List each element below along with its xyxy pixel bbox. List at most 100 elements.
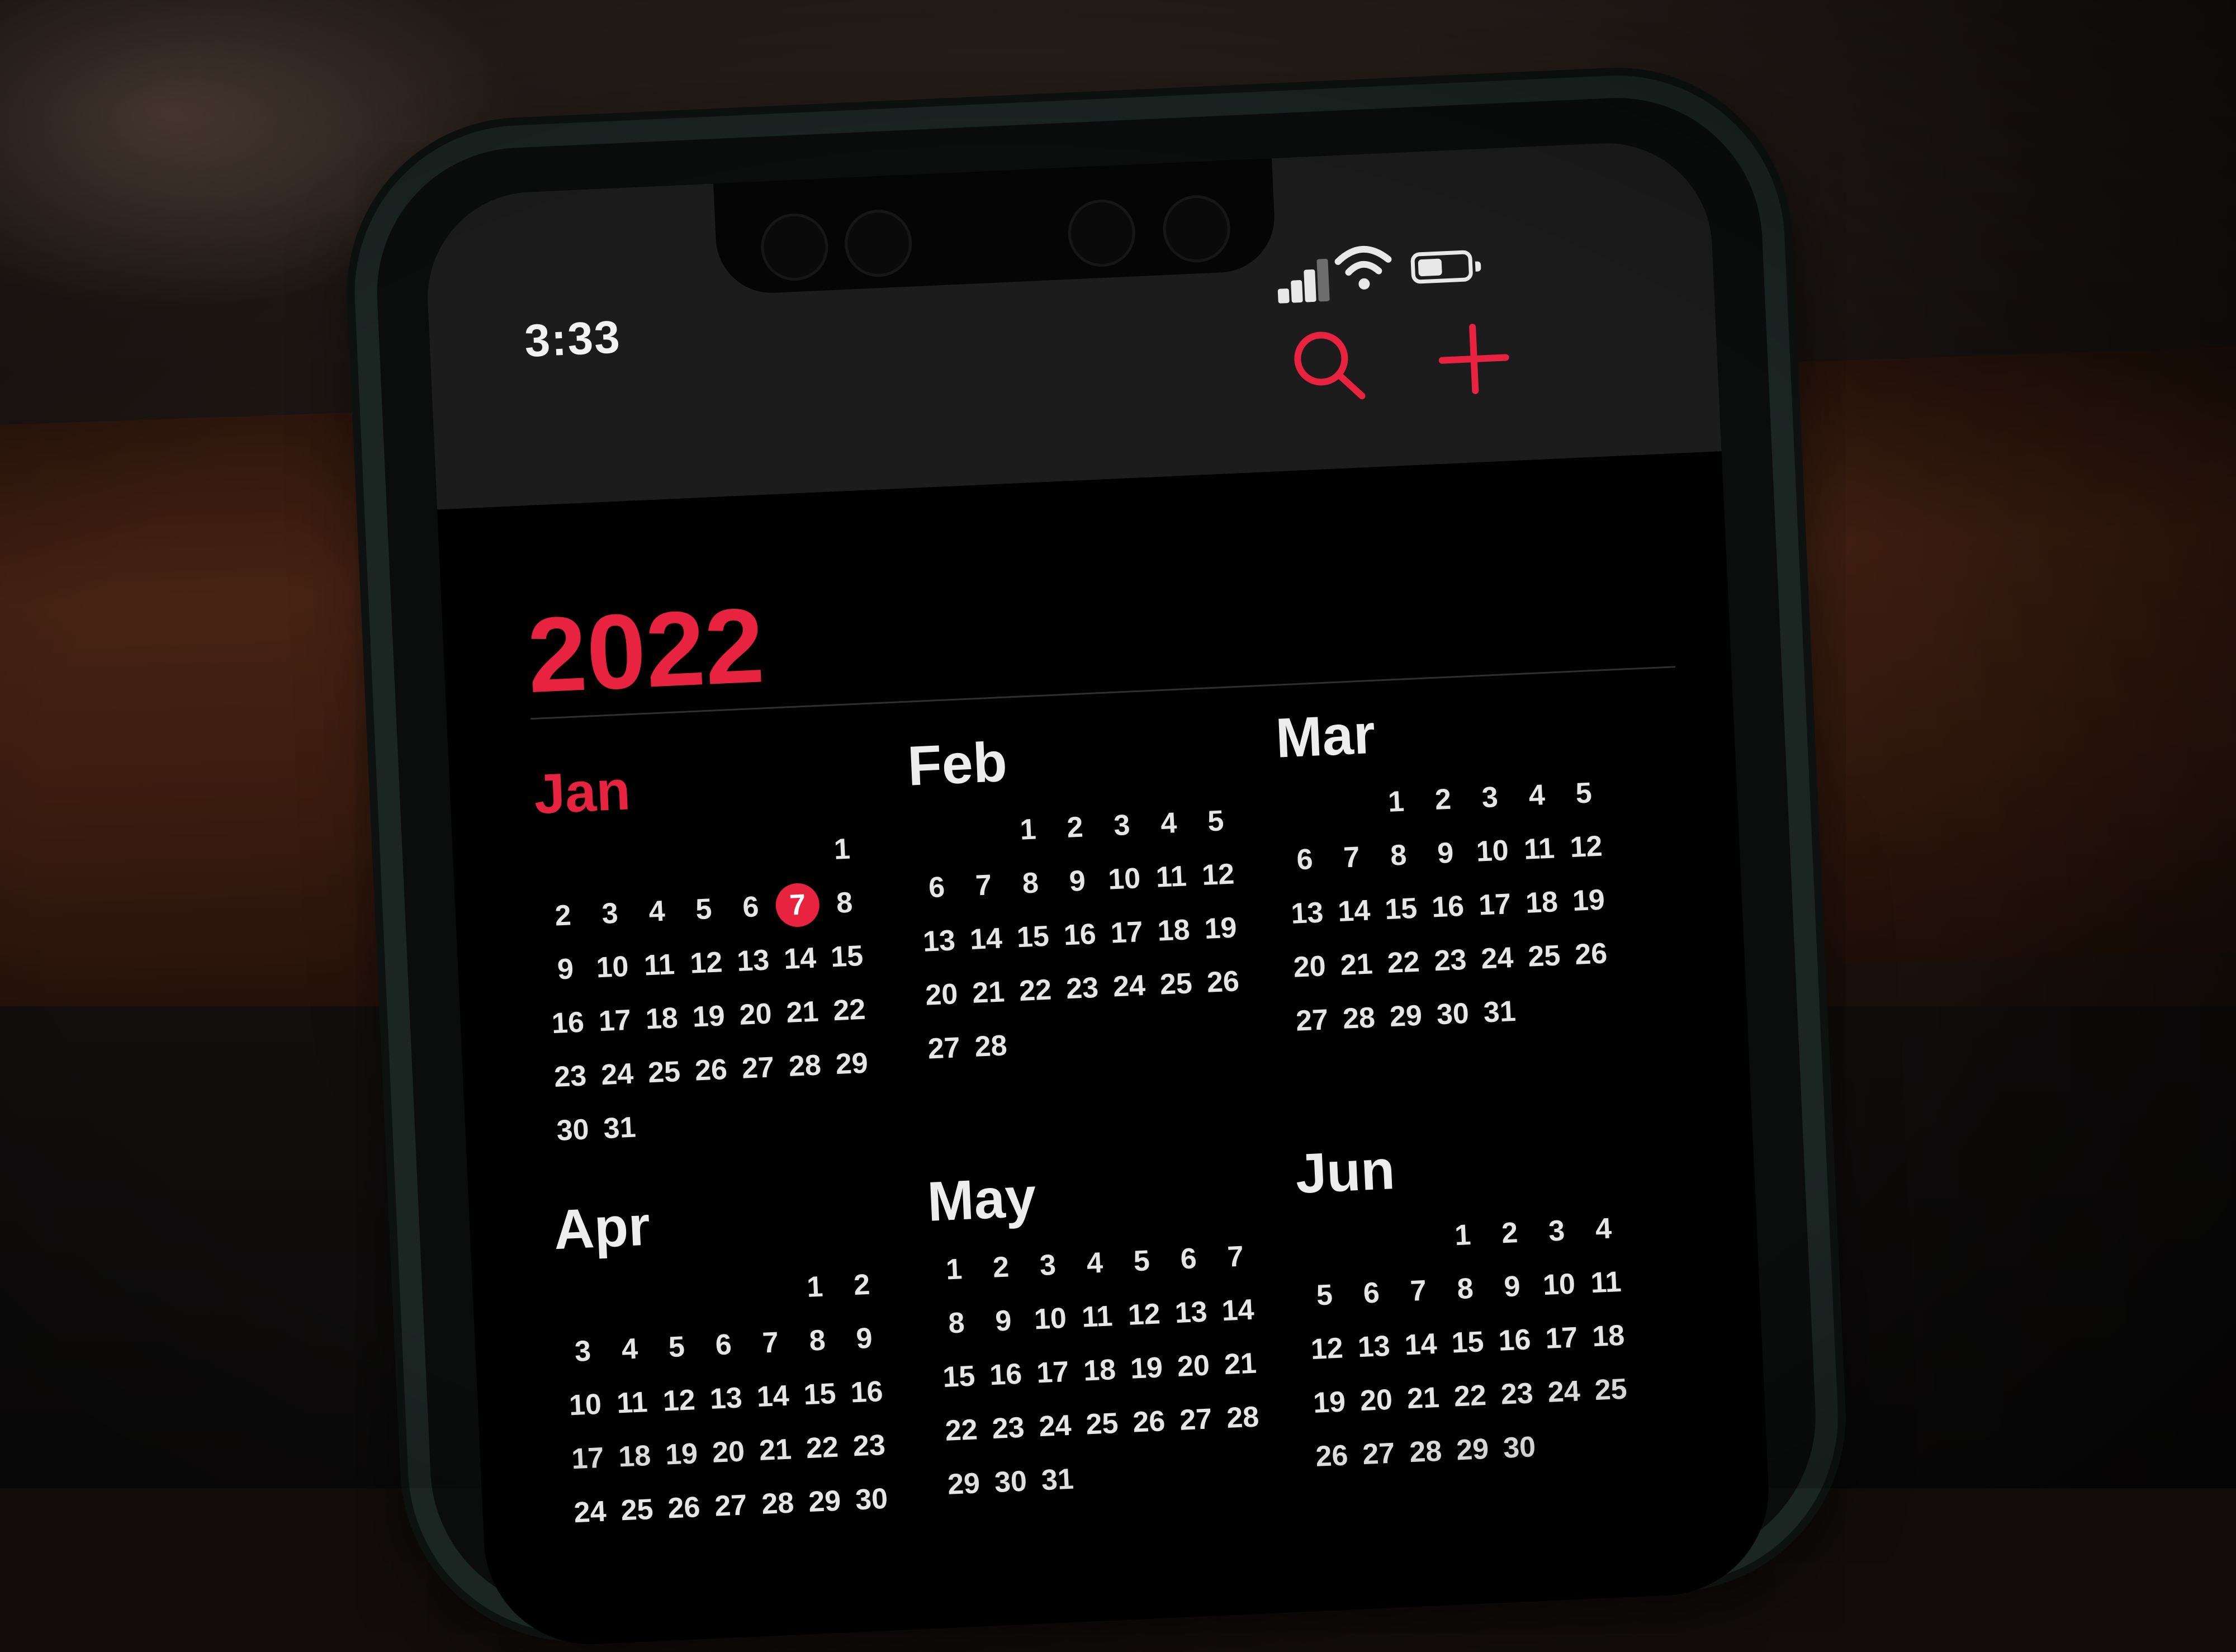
day-number[interactable]: 18 bbox=[1584, 1313, 1633, 1359]
day-number[interactable]: 25 bbox=[1152, 962, 1200, 1007]
day-number[interactable]: 27 bbox=[733, 1045, 782, 1091]
day-number[interactable]: 24 bbox=[1539, 1369, 1588, 1415]
day-number[interactable]: 13 bbox=[1167, 1290, 1215, 1336]
day-number[interactable]: 18 bbox=[1075, 1347, 1124, 1393]
day-number[interactable]: 7 bbox=[959, 863, 1008, 908]
day-number[interactable]: 29 bbox=[1448, 1427, 1496, 1473]
day-number[interactable]: 5 bbox=[679, 887, 728, 932]
day-number[interactable]: 7 bbox=[1327, 835, 1376, 881]
day-number[interactable]: 20 bbox=[1285, 944, 1334, 990]
day-number[interactable]: 13 bbox=[729, 938, 778, 984]
day-number[interactable]: 27 bbox=[707, 1483, 755, 1529]
day-number[interactable]: 10 bbox=[588, 944, 637, 990]
day-number[interactable]: 14 bbox=[961, 916, 1010, 962]
day-number[interactable]: 13 bbox=[1283, 891, 1332, 936]
day-number[interactable]: 3 bbox=[1466, 775, 1514, 821]
month-jan[interactable]: Jan 1 2 3 4 5 6 7 8 9 10 11 12 13 14 15 16 17 18 19 20 21 22 23… bbox=[533, 748, 879, 1153]
day-number[interactable]: 8 bbox=[820, 880, 869, 926]
day-number[interactable]: 12 bbox=[1193, 852, 1242, 898]
day-number[interactable]: 11 bbox=[1515, 826, 1564, 872]
day-number[interactable]: 23 bbox=[1493, 1371, 1541, 1417]
day-number[interactable]: 15 bbox=[1376, 886, 1425, 932]
day-number[interactable]: 1 bbox=[1372, 779, 1420, 825]
day-number[interactable]: 4 bbox=[605, 1327, 654, 1372]
day-number[interactable]: 16 bbox=[842, 1369, 891, 1415]
day-number[interactable]: 2 bbox=[1419, 777, 1467, 823]
day-number[interactable]: 11 bbox=[608, 1380, 656, 1426]
day-number[interactable]: 6 bbox=[699, 1322, 748, 1368]
day-number[interactable]: 24 bbox=[1105, 963, 1153, 1009]
day-number[interactable]: 10 bbox=[1468, 829, 1517, 874]
day-number[interactable]: 17 bbox=[563, 1436, 612, 1481]
day-number[interactable]: 19 bbox=[657, 1432, 705, 1478]
month-apr[interactable]: Apr 1 2 3 4 5 6 7 8 9 10 11 12 13 14 15 16 17 18 19 20 21 22 23… bbox=[552, 1184, 896, 1535]
day-number[interactable]: 9 bbox=[1421, 830, 1470, 876]
day-number[interactable]: 19 bbox=[684, 994, 733, 1040]
day-number[interactable]: 31 bbox=[595, 1105, 644, 1151]
day-number[interactable]: 8 bbox=[793, 1318, 841, 1364]
day-number[interactable]: 14 bbox=[1330, 888, 1378, 934]
search-icon[interactable] bbox=[1285, 322, 1373, 410]
day-number[interactable]: 5 bbox=[652, 1324, 701, 1370]
day-number[interactable]: 15 bbox=[1008, 914, 1057, 960]
day-number[interactable]: 29 bbox=[800, 1479, 849, 1525]
day-number[interactable]: 22 bbox=[825, 987, 874, 1033]
day-number[interactable]: 15 bbox=[1443, 1320, 1492, 1366]
day-number[interactable]: 2 bbox=[1050, 804, 1099, 850]
day-number[interactable]: 5 bbox=[1191, 798, 1240, 844]
day-number[interactable]: 17 bbox=[1537, 1315, 1586, 1361]
day-number[interactable]: 26 bbox=[686, 1047, 735, 1093]
day-number[interactable]: 11 bbox=[635, 942, 684, 988]
day-number[interactable]: 11 bbox=[1147, 854, 1195, 900]
day-number[interactable]: 12 bbox=[1302, 1326, 1351, 1372]
day-number[interactable]: 14 bbox=[1396, 1322, 1445, 1367]
day-number[interactable]: 30 bbox=[847, 1476, 896, 1522]
day-number[interactable]: 7 bbox=[1394, 1268, 1443, 1314]
day-number[interactable]: 26 bbox=[1125, 1399, 1173, 1445]
day-number[interactable]: 13 bbox=[1349, 1324, 1398, 1370]
day-number[interactable]: 25 bbox=[613, 1487, 661, 1533]
day-number[interactable]: 3 bbox=[1024, 1242, 1072, 1288]
day-number[interactable]: 20 bbox=[1169, 1343, 1218, 1389]
day-number[interactable]: 28 bbox=[1401, 1429, 1450, 1475]
day-number[interactable]: 2 bbox=[837, 1262, 886, 1308]
day-number[interactable]: 25 bbox=[1078, 1401, 1126, 1447]
day-number[interactable]: 6 bbox=[912, 865, 961, 911]
day-number[interactable]: 14 bbox=[749, 1374, 797, 1419]
day-number[interactable]: 14 bbox=[775, 936, 824, 982]
day-number[interactable]: 1 bbox=[930, 1247, 978, 1293]
day-number[interactable]: 28 bbox=[1334, 996, 1383, 1042]
day-number[interactable]: 29 bbox=[827, 1041, 876, 1087]
day-number[interactable]: 12 bbox=[1120, 1292, 1168, 1338]
day-number[interactable]: 19 bbox=[1196, 906, 1245, 952]
day-number[interactable]: 16 bbox=[1423, 884, 1472, 930]
day-number[interactable]: 21 bbox=[1399, 1375, 1447, 1421]
day-number[interactable]: 28 bbox=[967, 1024, 1015, 1069]
day-number[interactable]: 7 bbox=[1211, 1234, 1259, 1280]
day-number[interactable]: 18 bbox=[1517, 880, 1566, 926]
day-number[interactable]: 9 bbox=[541, 946, 590, 992]
day-number[interactable]: 18 bbox=[610, 1433, 659, 1479]
month-mar[interactable]: Mar 1 2 3 4 5 6 7 8 9 10 11 12 13 14 15 16 17 18 19 20 21 22 23… bbox=[1275, 692, 1618, 1043]
day-number[interactable]: 8 bbox=[1006, 860, 1055, 906]
day-number[interactable]: 9 bbox=[1487, 1264, 1536, 1310]
day-number[interactable]: 9 bbox=[979, 1298, 1027, 1344]
day-number[interactable]: 30 bbox=[1428, 991, 1477, 1037]
day-number[interactable]: 22 bbox=[798, 1425, 846, 1471]
day-number[interactable]: 10 bbox=[1100, 856, 1149, 902]
day-number[interactable]: 23 bbox=[1058, 965, 1106, 1011]
day-number[interactable]: 4 bbox=[1513, 773, 1561, 818]
day-number[interactable]: 21 bbox=[964, 970, 1013, 1016]
day-number[interactable]: 12 bbox=[682, 940, 731, 986]
day-number[interactable]: 17 bbox=[1470, 882, 1519, 928]
day-number[interactable]: 1 bbox=[818, 826, 866, 872]
day-number[interactable]: 25 bbox=[1586, 1367, 1635, 1413]
day-number[interactable]: 21 bbox=[1332, 942, 1381, 988]
day-number[interactable]: 22 bbox=[937, 1408, 986, 1454]
day-number[interactable]: 16 bbox=[1055, 912, 1104, 958]
day-number[interactable]: 4 bbox=[1070, 1241, 1119, 1286]
day-number[interactable]: 8 bbox=[1441, 1266, 1489, 1312]
day-number[interactable]: 19 bbox=[1305, 1380, 1353, 1426]
day-number[interactable]: 13 bbox=[702, 1376, 750, 1422]
day-number[interactable]: 21 bbox=[778, 990, 827, 1035]
